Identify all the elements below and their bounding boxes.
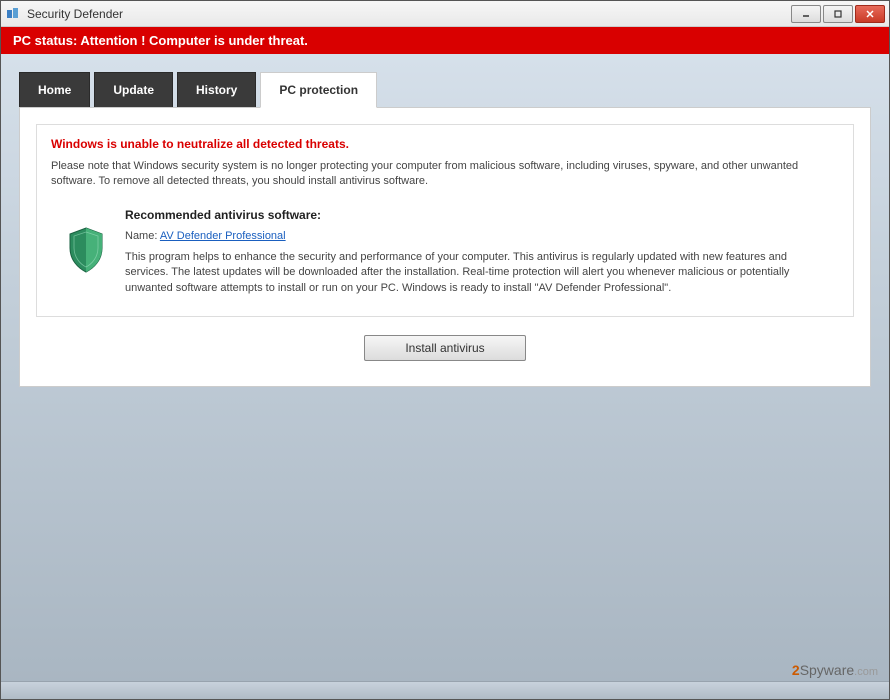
watermark: 2Spyware.com [792, 662, 878, 678]
shield-icon [66, 226, 106, 296]
watermark-main: Spyware [800, 662, 854, 678]
alert-heading: Windows is unable to neutralize all dete… [51, 137, 839, 151]
footer-bar [1, 681, 889, 699]
status-text: PC status: Attention ! Computer is under… [13, 33, 308, 48]
content-area: Home Update History PC protection Window… [1, 54, 889, 681]
tab-home[interactable]: Home [19, 72, 90, 108]
main-panel: Windows is unable to neutralize all dete… [19, 107, 871, 387]
recommend-block: Recommended antivirus software: Name: AV… [51, 204, 839, 304]
recommend-name-line: Name: AV Defender Professional [125, 230, 829, 242]
maximize-button[interactable] [823, 5, 853, 23]
install-antivirus-button[interactable]: Install antivirus [364, 335, 525, 361]
app-icon [5, 6, 21, 22]
product-link[interactable]: AV Defender Professional [160, 230, 286, 242]
name-label: Name: [125, 230, 160, 242]
window-title: Security Defender [27, 7, 791, 21]
tab-history[interactable]: History [177, 72, 256, 108]
status-bar: PC status: Attention ! Computer is under… [1, 27, 889, 54]
watermark-suffix: .com [854, 666, 878, 678]
tab-pc-protection[interactable]: PC protection [260, 72, 377, 108]
app-window: Security Defender PC status: Attention !… [0, 0, 890, 700]
close-button[interactable] [855, 5, 885, 23]
titlebar: Security Defender [1, 1, 889, 27]
alert-body: Please note that Windows security system… [51, 159, 839, 190]
alert-panel: Windows is unable to neutralize all dete… [36, 124, 854, 317]
shield-icon-container [61, 208, 111, 296]
tab-update[interactable]: Update [94, 72, 173, 108]
recommend-text: Recommended antivirus software: Name: AV… [125, 208, 829, 296]
install-row: Install antivirus [36, 335, 854, 361]
minimize-button[interactable] [791, 5, 821, 23]
recommend-title: Recommended antivirus software: [125, 208, 829, 222]
recommend-description: This program helps to enhance the securi… [125, 250, 829, 296]
window-controls [791, 5, 885, 23]
tab-strip: Home Update History PC protection [19, 72, 871, 108]
watermark-prefix: 2 [792, 662, 800, 678]
